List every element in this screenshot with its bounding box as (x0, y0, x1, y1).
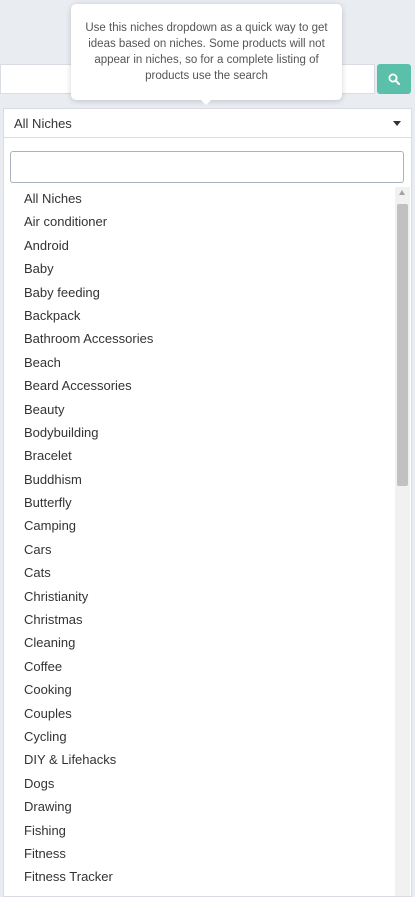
niche-option[interactable]: Bodybuilding (4, 421, 394, 444)
niche-option[interactable]: Backpack (4, 304, 394, 327)
niche-option[interactable]: Android (4, 234, 394, 257)
niche-option[interactable]: Camping (4, 514, 394, 537)
niche-option[interactable]: Air conditioner (4, 210, 394, 233)
niches-tooltip: Use this niches dropdown as a quick way … (71, 4, 342, 100)
caret-down-icon (393, 120, 401, 126)
niche-option[interactable]: Cars (4, 538, 394, 561)
niche-option[interactable]: Drawing (4, 795, 394, 818)
niche-option[interactable]: Bathroom Accessories (4, 327, 394, 350)
tooltip-arrow (200, 99, 212, 105)
niche-option[interactable]: DIY & Lifehacks (4, 748, 394, 771)
niche-option[interactable]: Cleaning (4, 631, 394, 654)
niche-option[interactable]: Beauty (4, 398, 394, 421)
search-icon (388, 73, 400, 85)
niche-option[interactable]: Buddhism (4, 468, 394, 491)
niche-option[interactable]: Christianity (4, 585, 394, 608)
niche-option[interactable]: Fishing (4, 819, 394, 842)
scrollbar-thumb[interactable] (397, 204, 408, 486)
niche-option[interactable]: Butterfly (4, 491, 394, 514)
niche-select-value: All Niches (14, 115, 72, 131)
niche-option[interactable]: Cooking (4, 678, 394, 701)
niche-option[interactable]: Beach (4, 351, 394, 374)
niche-option[interactable]: Cycling (4, 725, 394, 748)
niche-options-list: All Niches Air conditioner Android Baby Baby… (4, 187, 394, 889)
scroll-up-arrow-icon[interactable] (399, 190, 405, 195)
niche-option[interactable]: Cats (4, 561, 394, 584)
niche-option[interactable]: Beard Accessories (4, 374, 394, 397)
niche-option[interactable]: Couples (4, 702, 394, 725)
niche-option[interactable]: Dogs (4, 772, 394, 795)
scrollbar[interactable] (395, 187, 410, 896)
niche-option[interactable]: Christmas (4, 608, 394, 631)
niche-dropdown: All Niches Air conditioner Android Baby Baby… (3, 137, 412, 897)
tooltip-text: Use this niches dropdown as a quick way … (85, 22, 328, 82)
niche-option[interactable]: Coffee (4, 655, 394, 678)
niche-option[interactable]: Fitness Tracker (4, 865, 394, 888)
niche-option[interactable]: Bracelet (4, 444, 394, 467)
niche-option[interactable]: Fitness (4, 842, 394, 865)
niche-filter-input[interactable] (10, 151, 404, 183)
niche-option[interactable]: Baby (4, 257, 394, 280)
niche-option[interactable]: Baby feeding (4, 281, 394, 304)
niche-select[interactable]: All Niches (3, 108, 412, 138)
search-button[interactable] (377, 64, 411, 94)
niche-option[interactable]: All Niches (4, 187, 394, 210)
